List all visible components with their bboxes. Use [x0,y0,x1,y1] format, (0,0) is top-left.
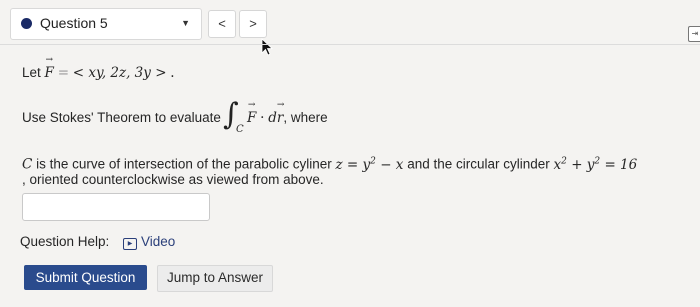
previous-question-button[interactable]: < [208,10,236,38]
where-text: , where [283,110,328,125]
dot-operator: · [260,110,265,126]
submit-question-button[interactable]: Submit Question [24,265,147,290]
exit-icon[interactable]: ⇥ [688,26,700,42]
next-question-button[interactable]: > [239,10,267,38]
jump-to-answer-button[interactable]: Jump to Answer [157,265,273,292]
period: . [170,65,175,81]
video-link[interactable]: ▶ Video [123,234,175,250]
parabolic-equation: z = y2 − x [335,156,404,173]
instruction-text: Use Stokes' Theorem to evaluate [22,110,221,125]
video-play-icon: ▶ [123,238,137,250]
question-label: Question 5 [40,15,108,31]
vector-r: r [277,100,284,126]
orientation-text: , oriented counterclockwise as viewed fr… [22,172,324,187]
answer-input[interactable] [22,193,210,221]
question-selector[interactable]: Question 5 ▼ [10,8,202,40]
problem-definition: Let F = < xy, 2z, 3y > . [22,55,175,81]
differential-d: d [268,110,277,126]
vector-field-formula: < xy, 2z, 3y > [72,65,167,81]
integral-contour: C [236,124,244,135]
question-help-label: Question Help: [20,234,110,249]
header-divider [0,44,700,45]
equals-sign: = [57,65,69,81]
curve-description: C is the curve of intersection of the pa… [22,156,637,173]
vector-f: F [45,55,55,81]
cylinder-equation: x2 + y2 = 16 [553,156,638,173]
line-integral: F · dr, where [247,100,328,126]
let-text: Let [22,65,41,80]
status-dot-icon [21,18,32,29]
video-label: Video [141,234,176,249]
and-text: and the circular cylinder [407,156,550,172]
curve-text: is the curve of intersection of the para… [36,156,332,172]
mouse-cursor-icon [261,38,274,56]
question-panel: Question 5 ▼ < > ⇥ Let F = < xy, 2z, 3y … [0,0,700,307]
integrand-f: F [247,100,257,126]
dropdown-caret-icon: ▼ [181,18,190,28]
curve-symbol: C [22,156,33,173]
